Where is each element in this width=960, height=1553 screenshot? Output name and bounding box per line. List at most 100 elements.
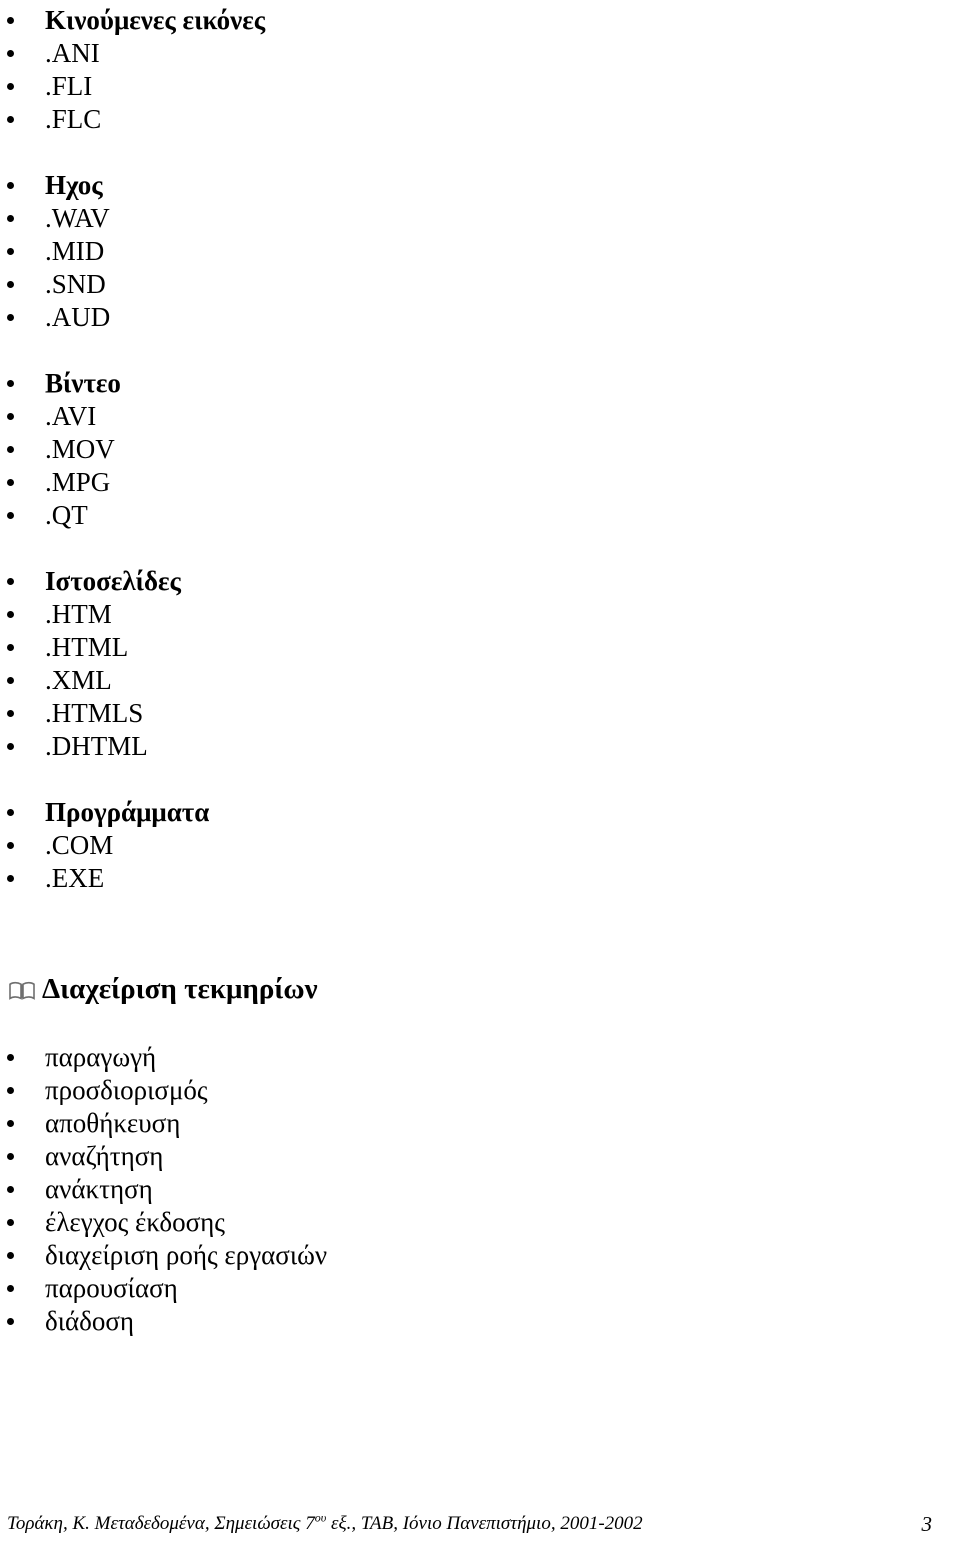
activity-label: διάδοση xyxy=(45,1306,135,1336)
file-extension-label: .FLC xyxy=(45,104,102,134)
list-item: .AUD xyxy=(0,301,900,334)
file-extension-label: .MPG xyxy=(45,467,111,497)
file-extension-label: .HTML xyxy=(45,632,129,662)
document-page: Κινούμενες εικόνες .ANI .FLI .FLC Ηχος .WAV .M… xyxy=(0,0,960,1553)
list-item: .MID xyxy=(0,235,900,268)
list-item: .FLI xyxy=(0,70,900,103)
list-item: .QT xyxy=(0,499,900,532)
bullet-icon xyxy=(7,842,14,849)
list-item: προσδιορισμός xyxy=(0,1074,900,1107)
open-book-icon xyxy=(9,981,35,1000)
list-item: διάδοση xyxy=(0,1305,900,1338)
bullet-icon xyxy=(7,116,14,123)
bullet-icon xyxy=(7,1318,14,1325)
bullet-icon xyxy=(7,875,14,882)
file-extension-label: .XML xyxy=(45,665,112,695)
file-extension-label: .AUD xyxy=(45,302,111,332)
list-item: .SND xyxy=(0,268,900,301)
list-item: .ANI xyxy=(0,37,900,70)
list-item: .COM xyxy=(0,829,900,862)
file-extension-label: .HTM xyxy=(45,599,112,629)
file-extension-label: .HTMLS xyxy=(45,698,144,728)
list-item: .HTMLS xyxy=(0,697,900,730)
activity-label: παραγωγή xyxy=(45,1042,157,1072)
list-item: παραγωγή xyxy=(0,1041,900,1074)
bullet-icon xyxy=(7,83,14,90)
bullet-icon xyxy=(7,50,14,57)
file-extension-label: .ANI xyxy=(45,38,100,68)
list-item: .DHTML xyxy=(0,730,900,763)
file-format-group: Ηχος .WAV .MID .SND .AUD xyxy=(0,169,900,334)
bullet-icon xyxy=(7,1186,14,1193)
list-item: Προγράμματα xyxy=(0,796,900,829)
group-title-label: Κινούμενες εικόνες xyxy=(45,5,266,35)
bullet-icon xyxy=(7,1087,14,1094)
group-title-label: Βίντεο xyxy=(45,368,121,398)
bullet-icon xyxy=(7,1153,14,1160)
bullet-icon xyxy=(7,512,14,519)
list-item: ανάκτηση xyxy=(0,1173,900,1206)
bullet-icon xyxy=(7,644,14,651)
bullet-icon xyxy=(7,479,14,486)
bullet-icon xyxy=(7,1054,14,1061)
file-extension-label: .FLI xyxy=(45,71,93,101)
file-extension-label: .EXE xyxy=(45,863,105,893)
file-format-group: Κινούμενες εικόνες .ANI .FLI .FLC xyxy=(0,4,900,136)
list-item: Ηχος xyxy=(0,169,900,202)
file-extension-label: .WAV xyxy=(45,203,110,233)
list-item: .EXE xyxy=(0,862,900,895)
file-extension-label: .QT xyxy=(45,500,88,530)
list-item: έλεγχος έκδοσης xyxy=(0,1206,900,1239)
file-extension-label: .SND xyxy=(45,269,106,299)
list-item: .FLC xyxy=(0,103,900,136)
section-heading-document-management: Διαχείριση τεκμηρίων xyxy=(0,969,900,1009)
file-extension-label: .COM xyxy=(45,830,114,860)
footer-citation: Τοράκη, Κ. Μεταδεδομένα, Σημειώσεις 7ου … xyxy=(7,1507,643,1541)
file-format-group: Βίντεο .AVI .MOV .MPG .QT xyxy=(0,367,900,532)
bullet-icon xyxy=(7,413,14,420)
list-item: .MOV xyxy=(0,433,900,466)
page-footer: Τοράκη, Κ. Μεταδεδομένα, Σημειώσεις 7ου … xyxy=(0,1507,960,1541)
file-format-group: Ιστοσελίδες .HTM .HTML .XML .HTMLS .DHTML xyxy=(0,565,900,763)
file-extension-label: .DHTML xyxy=(45,731,148,761)
bullet-icon xyxy=(7,314,14,321)
document-management-list: παραγωγή προσδιορισμός αποθήκευση αναζήτηση… xyxy=(0,1041,900,1338)
file-extension-label: .AVI xyxy=(45,401,97,431)
activity-label: προσδιορισμός xyxy=(45,1075,208,1105)
list-item: .AVI xyxy=(0,400,900,433)
activity-label: διαχείριση ροής εργασιών xyxy=(45,1240,328,1270)
list-item: παρουσίαση xyxy=(0,1272,900,1305)
footer-citation-part2: εξ., ΤΑΒ, Ιόνιο Πανεπιστήμιο, 2001-2002 xyxy=(326,1513,643,1534)
activity-label: παρουσίαση xyxy=(45,1273,178,1303)
bullet-icon xyxy=(7,809,14,816)
bullet-icon xyxy=(7,1252,14,1259)
list-item: .XML xyxy=(0,664,900,697)
list-item: .HTML xyxy=(0,631,900,664)
bullet-icon xyxy=(7,710,14,717)
bullet-icon xyxy=(7,380,14,387)
list-item: αποθήκευση xyxy=(0,1107,900,1140)
file-extension-label: .MID xyxy=(45,236,105,266)
list-item: Κινούμενες εικόνες xyxy=(0,4,900,37)
bullet-icon xyxy=(7,215,14,222)
footer-citation-part1: Τοράκη, Κ. Μεταδεδομένα, Σημειώσεις 7 xyxy=(7,1513,315,1534)
section-heading-label: Διαχείριση τεκμηρίων xyxy=(42,973,318,1005)
bullet-icon xyxy=(7,1219,14,1226)
activity-label: αποθήκευση xyxy=(45,1108,181,1138)
bullet-icon xyxy=(7,182,14,189)
list-item: Βίντεο xyxy=(0,367,900,400)
footer-citation-superscript: ου xyxy=(314,1510,327,1525)
list-item: Ιστοσελίδες xyxy=(0,565,900,598)
list-item: διαχείριση ροής εργασιών xyxy=(0,1239,900,1272)
file-extension-label: .MOV xyxy=(45,434,115,464)
bullet-icon xyxy=(7,578,14,585)
list-item: .HTM xyxy=(0,598,900,631)
bullet-icon xyxy=(7,281,14,288)
bullet-icon xyxy=(7,17,14,24)
list-item: .MPG xyxy=(0,466,900,499)
page-number: 3 xyxy=(921,1512,933,1536)
bullet-icon xyxy=(7,248,14,255)
file-format-group: Προγράμματα .COM .EXE xyxy=(0,796,900,895)
group-title-label: Προγράμματα xyxy=(45,797,210,827)
bullet-icon xyxy=(7,446,14,453)
